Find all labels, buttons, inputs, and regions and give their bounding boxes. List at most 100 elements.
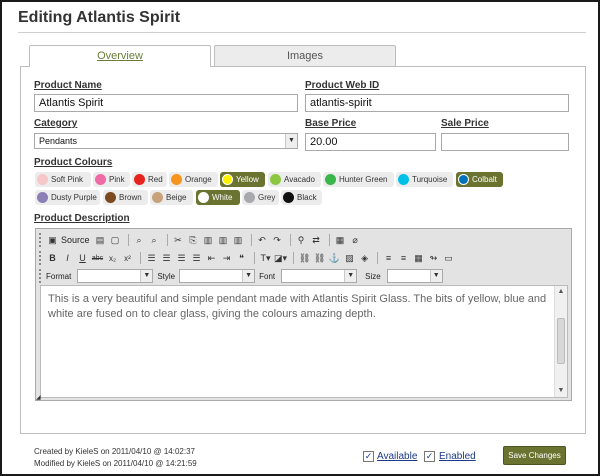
colour-chip-yellow[interactable]: Yellow	[220, 172, 265, 187]
strikethrough-icon[interactable]: abc	[91, 252, 104, 265]
copy-icon[interactable]: ⎘	[187, 234, 200, 247]
product-name-input[interactable]: Atlantis Spirit	[34, 94, 298, 112]
paste-text-icon[interactable]: ▥	[217, 234, 230, 247]
colour-chip-dusty-purple[interactable]: Dusty Purple	[35, 190, 100, 205]
colour-chip-white[interactable]: White	[196, 190, 240, 205]
font-label: Font	[259, 271, 276, 281]
new-page-icon[interactable]: ▢	[109, 234, 122, 247]
remove-format-icon[interactable]: ⌀	[349, 234, 362, 247]
colour-chip-pink[interactable]: Pink	[93, 172, 130, 187]
templates-icon[interactable]: ⌕	[148, 234, 161, 247]
save-doc-icon[interactable]: ▤	[94, 234, 107, 247]
align-right-icon[interactable]: ☰	[175, 252, 188, 265]
undo-icon[interactable]: ↶	[256, 234, 269, 247]
chevron-down-icon[interactable]: ▼	[140, 270, 153, 282]
numbered-list-icon[interactable]: ≡	[382, 252, 395, 265]
created-info: Created by KieleS on 2011/04/10 @ 14:02:…	[34, 447, 195, 456]
product-web-id-input[interactable]: atlantis-spirit	[305, 94, 569, 112]
enabled-checkbox[interactable]: ✓	[424, 451, 435, 462]
redo-icon[interactable]: ↷	[271, 234, 284, 247]
page-title: Editing Atlantis Spirit	[18, 9, 181, 26]
select-all-icon[interactable]: ▦	[334, 234, 347, 247]
colour-chip-orange[interactable]: Orange	[169, 172, 218, 187]
text-color-icon[interactable]: T▾	[259, 252, 272, 265]
colour-chip-colbalt[interactable]: Colbalt	[456, 172, 503, 187]
category-select[interactable]: Pendants ▼	[34, 133, 298, 149]
special-char-icon[interactable]: ↬	[427, 252, 440, 265]
subscript-icon[interactable]: x₂	[106, 252, 119, 265]
bold-icon[interactable]: B	[46, 252, 59, 265]
bulleted-list-icon[interactable]: ≡	[397, 252, 410, 265]
paste-icon[interactable]: ▥	[202, 234, 215, 247]
italic-icon[interactable]: I	[61, 252, 74, 265]
toolbar-separator	[254, 252, 255, 264]
scroll-down-icon[interactable]: ▼	[555, 385, 567, 397]
scroll-up-icon[interactable]: ▲	[555, 286, 567, 298]
size-select[interactable]: ▼	[386, 269, 443, 283]
format-select[interactable]: ▼	[77, 269, 154, 283]
colour-chip-turquoise[interactable]: Turquoise	[396, 172, 453, 187]
replace-icon[interactable]: ⇄	[310, 234, 323, 247]
source-icon[interactable]: ▣	[46, 234, 59, 247]
sale-price-input[interactable]	[441, 133, 569, 151]
vertical-scrollbar[interactable]: ▲ ▼	[554, 286, 567, 397]
anchor-icon[interactable]: ⚓	[328, 252, 341, 265]
toolbar-grip	[39, 233, 42, 247]
scroll-thumb[interactable]	[557, 318, 565, 364]
find-icon[interactable]: ⚲	[295, 234, 308, 247]
colour-chip-beige[interactable]: Beige	[150, 190, 193, 205]
toolbar-separator	[127, 234, 129, 246]
enabled-label[interactable]: Enabled	[439, 451, 476, 462]
colour-chip-black[interactable]: Black	[281, 190, 322, 205]
chevron-down-icon[interactable]: ▼	[344, 270, 357, 282]
align-left-icon[interactable]: ☰	[145, 252, 158, 265]
save-changes-button[interactable]: Save Changes	[503, 446, 566, 465]
image-icon[interactable]: ▨	[343, 252, 356, 265]
toolbar-row-3: Format ▼ Style ▼ Font ▼ Size ▼	[46, 269, 443, 283]
preview-icon[interactable]: ⌕	[133, 234, 146, 247]
align-center-icon[interactable]: ☰	[160, 252, 173, 265]
colour-swatch	[198, 192, 209, 203]
base-price-input[interactable]: 20.00	[305, 133, 436, 151]
superscript-icon[interactable]: x²	[121, 252, 134, 265]
horizontal-rule-icon[interactable]: ▭	[442, 252, 455, 265]
chevron-down-icon[interactable]: ▼	[242, 270, 255, 282]
product-colours-label: Product Colours	[34, 157, 113, 168]
format-label: Format	[46, 271, 72, 281]
colour-chip-red[interactable]: Red	[132, 172, 167, 187]
chevron-down-icon[interactable]: ▼	[429, 270, 442, 282]
available-checkbox[interactable]: ✓	[363, 451, 374, 462]
resize-handle-icon[interactable]: ◢	[36, 394, 41, 401]
unlink-icon[interactable]: ⛓	[313, 252, 326, 265]
colour-chip-grey[interactable]: Grey	[242, 190, 279, 205]
colour-chip-brown[interactable]: Brown	[103, 190, 148, 205]
font-select[interactable]: ▼	[281, 269, 358, 283]
product-web-id-label: Product Web ID	[305, 80, 380, 91]
table-icon[interactable]: ▦	[412, 252, 425, 265]
colour-chip-avacado[interactable]: Avacado	[268, 172, 321, 187]
category-label: Category	[34, 118, 78, 129]
editor-content-area[interactable]: This is a very beautiful and simple pend…	[40, 285, 568, 398]
tab-overview[interactable]: Overview	[29, 45, 211, 67]
underline-icon[interactable]: U	[76, 252, 89, 265]
bg-color-icon[interactable]: ◪▾	[274, 252, 287, 265]
link-icon[interactable]: ⛓	[298, 252, 311, 265]
outdent-icon[interactable]: ⇤	[205, 252, 218, 265]
style-select[interactable]: ▼	[179, 269, 256, 283]
blockquote-icon[interactable]: ❝	[235, 252, 248, 265]
colour-swatch	[37, 174, 48, 185]
tab-images[interactable]: Images	[214, 45, 396, 66]
indent-icon[interactable]: ⇥	[220, 252, 233, 265]
flash-icon[interactable]: ◈	[358, 252, 371, 265]
chevron-down-icon[interactable]: ▼	[285, 134, 297, 148]
style-label: Style	[157, 271, 176, 281]
colour-swatch	[270, 174, 281, 185]
available-label[interactable]: Available	[377, 451, 417, 462]
toolbar-separator	[140, 252, 141, 264]
source-button[interactable]: Source	[61, 235, 90, 245]
colour-chip-soft-pink[interactable]: Soft Pink	[35, 172, 91, 187]
justify-icon[interactable]: ☰	[190, 252, 203, 265]
cut-icon[interactable]: ✂	[172, 234, 185, 247]
colour-chip-hunter-green[interactable]: Hunter Green	[323, 172, 394, 187]
paste-word-icon[interactable]: ▥	[232, 234, 245, 247]
